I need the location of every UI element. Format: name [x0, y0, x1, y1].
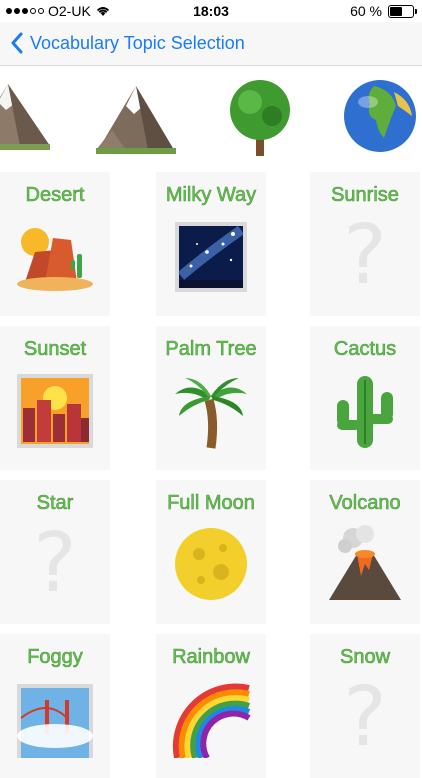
palm-tree-icon [175, 378, 247, 449]
back-title: Vocabulary Topic Selection [30, 32, 245, 53]
foggy-bridge-icon [17, 684, 93, 758]
card-label: Desert [25, 184, 85, 207]
card-label: Volcano [329, 492, 401, 515]
card-desert[interactable]: Desert [0, 172, 110, 316]
snow-mountain-icon[interactable] [96, 76, 176, 160]
card-milky-way[interactable]: Milky Way [156, 172, 266, 316]
desert-icon [17, 228, 93, 291]
back-button[interactable]: Vocabulary Topic Selection [10, 32, 245, 54]
globe-africa-icon[interactable] [340, 76, 420, 160]
card-foggy[interactable]: Foggy [0, 634, 110, 778]
card-snow[interactable]: Snow ? [310, 634, 420, 778]
card-label: Full Moon [167, 492, 255, 515]
chevron-left-icon [11, 32, 23, 54]
question-mark-icon: ? [343, 208, 387, 303]
card-label: Cactus [333, 338, 397, 361]
card-full-moon[interactable]: Full Moon [156, 480, 266, 624]
card-volcano[interactable]: Volcano [310, 480, 420, 624]
card-label: Sunrise [331, 184, 399, 207]
card-sunrise[interactable]: Sunrise ? [310, 172, 420, 316]
battery-icon [388, 4, 417, 18]
card-palm-tree[interactable]: Palm Tree [156, 326, 266, 470]
navigation-bar: Vocabulary Topic Selection [0, 22, 422, 66]
card-label: Sunset [23, 338, 87, 361]
card-cactus[interactable]: Cactus [310, 326, 420, 470]
battery-group: 60 % [350, 3, 417, 19]
card-label: Rainbow [172, 646, 250, 669]
full-moon-icon [175, 528, 247, 600]
card-label: Snow [339, 646, 391, 669]
card-label: Foggy [27, 646, 83, 669]
milky-way-icon [175, 222, 247, 292]
card-label: Star [36, 492, 74, 515]
question-mark-icon: ? [343, 670, 387, 765]
cactus-icon [337, 376, 393, 448]
card-label: Palm Tree [165, 338, 257, 361]
card-star[interactable]: Star ? [0, 480, 110, 624]
volcano-icon [329, 525, 401, 600]
topic-strip[interactable] [0, 66, 422, 170]
deciduous-tree-icon[interactable] [220, 76, 300, 160]
card-rainbow[interactable]: Rainbow [156, 634, 266, 778]
rainbow-icon [172, 683, 251, 758]
sunset-city-icon [17, 374, 93, 448]
card-sunset[interactable]: Sunset [0, 326, 110, 470]
question-mark-icon: ? [33, 516, 77, 611]
mountain-icon[interactable] [0, 76, 50, 160]
card-label: Milky Way [165, 184, 257, 207]
status-bar: O2-UK 18:03 60 % [0, 0, 422, 22]
battery-percent: 60 % [350, 3, 382, 19]
